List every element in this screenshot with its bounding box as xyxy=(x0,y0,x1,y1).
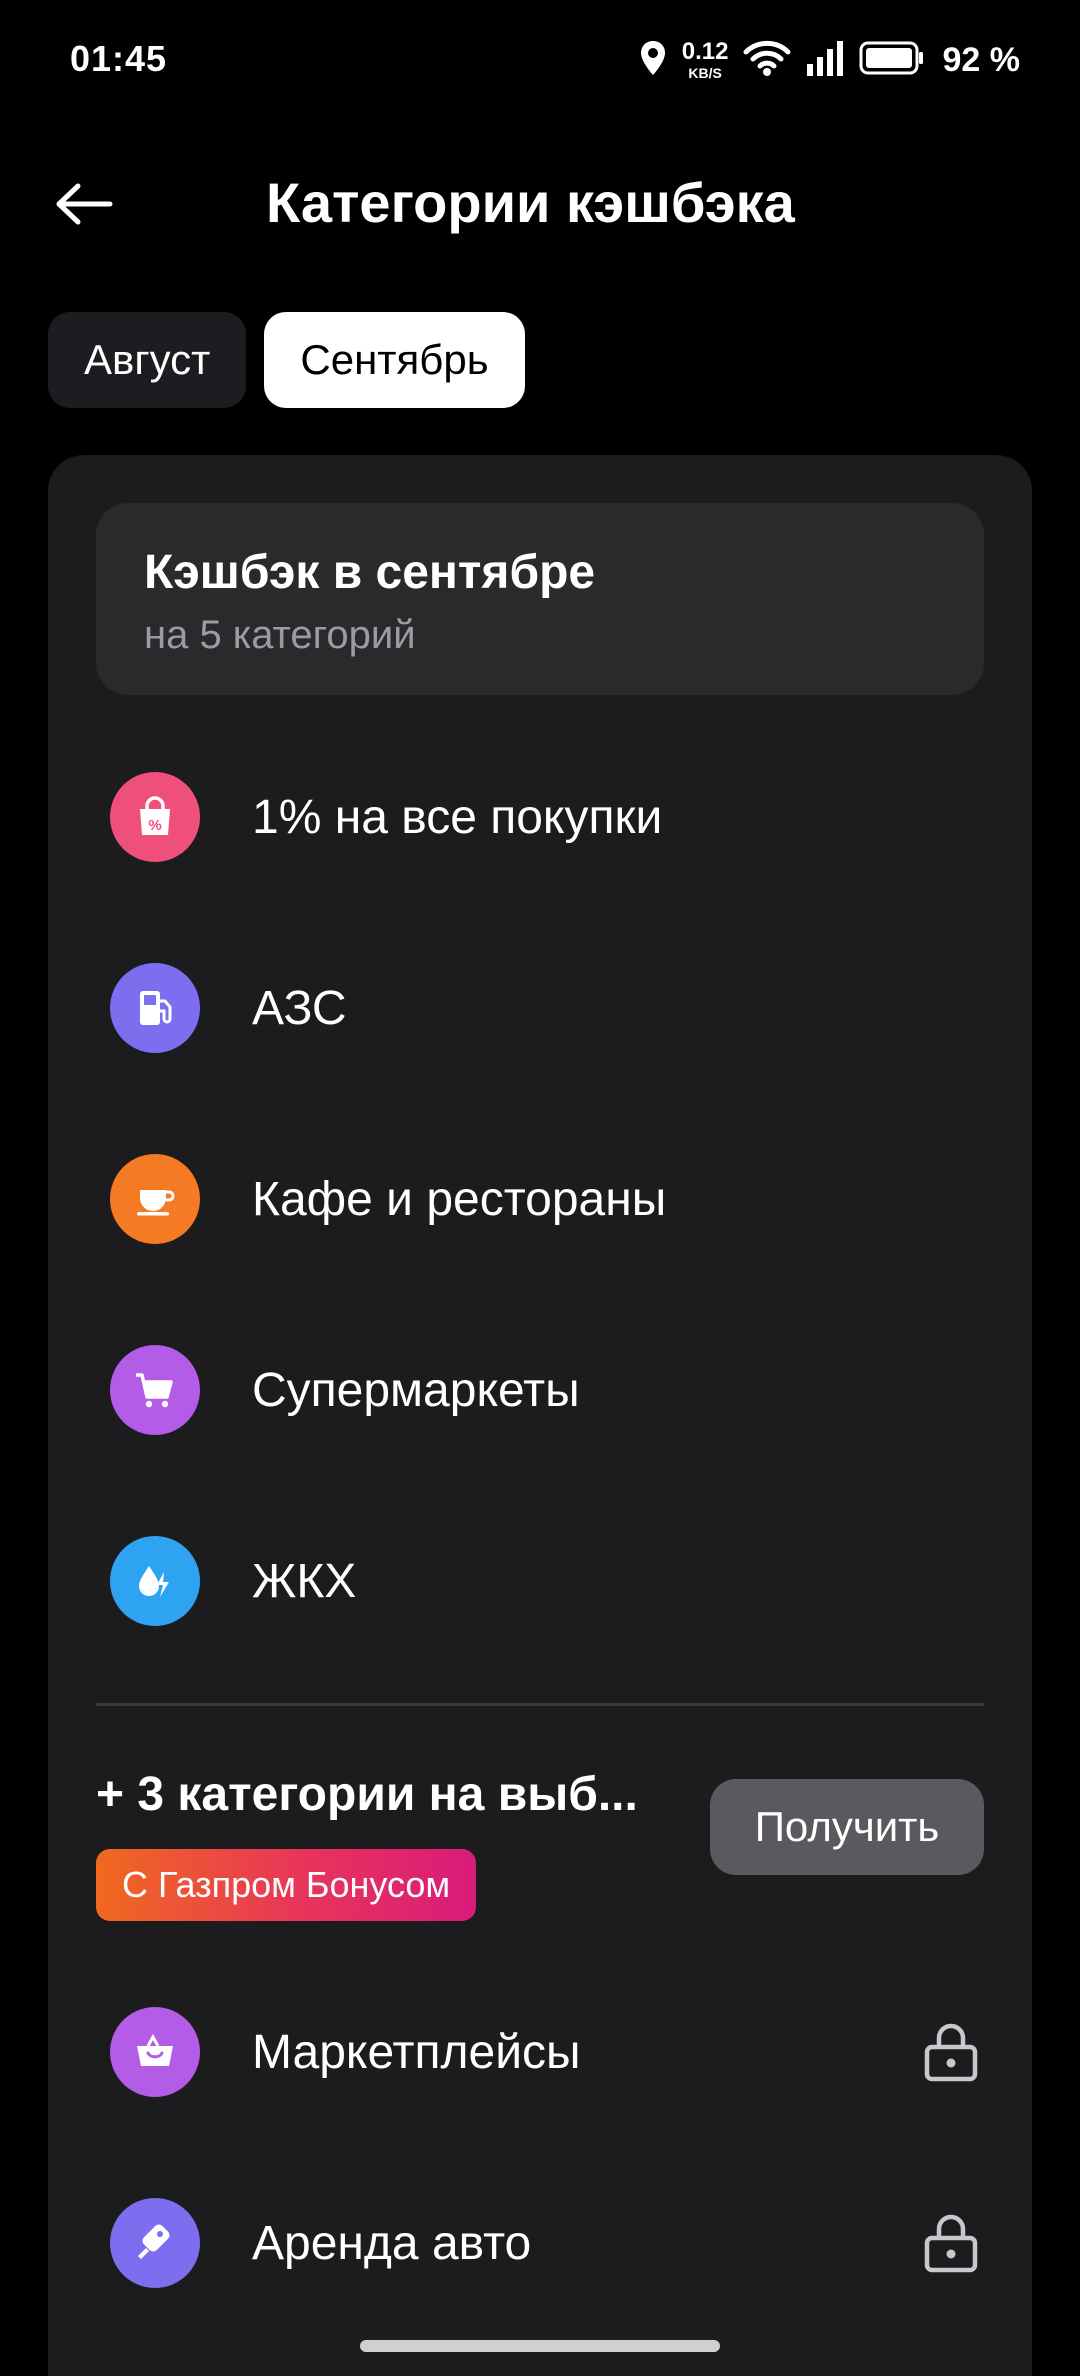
tab-august[interactable]: Август xyxy=(48,312,247,408)
battery-icon xyxy=(859,40,925,81)
status-bar: 01:45 0.12 KB/S 92 % xyxy=(0,0,1080,120)
coffee-cup-icon xyxy=(110,1154,200,1244)
location-icon xyxy=(638,39,668,82)
tab-september[interactable]: Сентябрь xyxy=(264,312,525,408)
gazprom-bonus-badge: С Газпром Бонусом xyxy=(96,1849,477,1921)
cashback-summary: Кэшбэк в сентябре на 5 категорий xyxy=(96,503,984,695)
category-row-cafes[interactable]: Кафе и рестораны xyxy=(48,1134,1032,1264)
extra-categories-title: + 3 категории на выб... xyxy=(96,1768,638,1821)
category-label: 1% на все покупки xyxy=(252,790,663,844)
lock-icon xyxy=(922,2021,980,2083)
svg-text:%: % xyxy=(148,817,161,834)
category-label: Аренда авто xyxy=(252,2216,532,2270)
status-time: 01:45 xyxy=(70,38,168,79)
month-tabs: Август Сентябрь xyxy=(48,312,525,408)
category-row-marketplaces[interactable]: Маркетплейсы xyxy=(48,1987,1032,2117)
app-header: Категории кэшбэка xyxy=(0,150,1080,260)
signal-icon xyxy=(805,40,845,81)
network-speed-unit: KB/S xyxy=(688,65,722,81)
status-icons: 0.12 KB/S 92 % xyxy=(638,34,1020,86)
shopping-cart-icon xyxy=(110,1345,200,1435)
category-row-supermarkets[interactable]: Супермаркеты xyxy=(48,1325,1032,1455)
category-row-all-purchases[interactable]: % 1% на все покупки xyxy=(48,752,1032,882)
get-button[interactable]: Получить xyxy=(710,1779,984,1875)
network-speed-value: 0.12 xyxy=(681,38,729,65)
category-label: Маркетплейсы xyxy=(252,2025,581,2079)
summary-title: Кэшбэк в сентябре xyxy=(144,546,596,599)
shopping-bag-percent-icon: % xyxy=(110,772,200,862)
home-indicator[interactable] xyxy=(360,2340,720,2352)
category-label: ЖКХ xyxy=(252,1554,357,1608)
battery-percent: 92 % xyxy=(942,40,1021,79)
divider xyxy=(96,1703,984,1706)
category-label: Супермаркеты xyxy=(252,1363,580,1417)
wifi-icon xyxy=(743,39,791,82)
summary-subtitle: на 5 категорий xyxy=(144,613,416,657)
utilities-drop-bolt-icon xyxy=(110,1536,200,1626)
fuel-pump-icon xyxy=(110,963,200,1053)
back-button[interactable] xyxy=(40,166,128,246)
page-title: Категории кэшбэка xyxy=(266,171,795,234)
basket-icon xyxy=(110,2007,200,2097)
category-row-car-rental[interactable]: Аренда авто xyxy=(48,2178,1032,2308)
arrow-left-icon xyxy=(54,182,114,231)
category-row-utilities[interactable]: ЖКХ xyxy=(48,1516,1032,1646)
category-label: Кафе и рестораны xyxy=(252,1172,667,1226)
lock-icon xyxy=(922,2212,980,2274)
network-speed: 0.12 KB/S xyxy=(681,38,729,81)
cashback-card: Кэшбэк в сентябре на 5 категорий % 1% на… xyxy=(48,455,1032,2376)
category-label: АЗС xyxy=(252,981,347,1035)
car-key-icon xyxy=(110,2198,200,2288)
category-row-gas-stations[interactable]: АЗС xyxy=(48,943,1032,1073)
